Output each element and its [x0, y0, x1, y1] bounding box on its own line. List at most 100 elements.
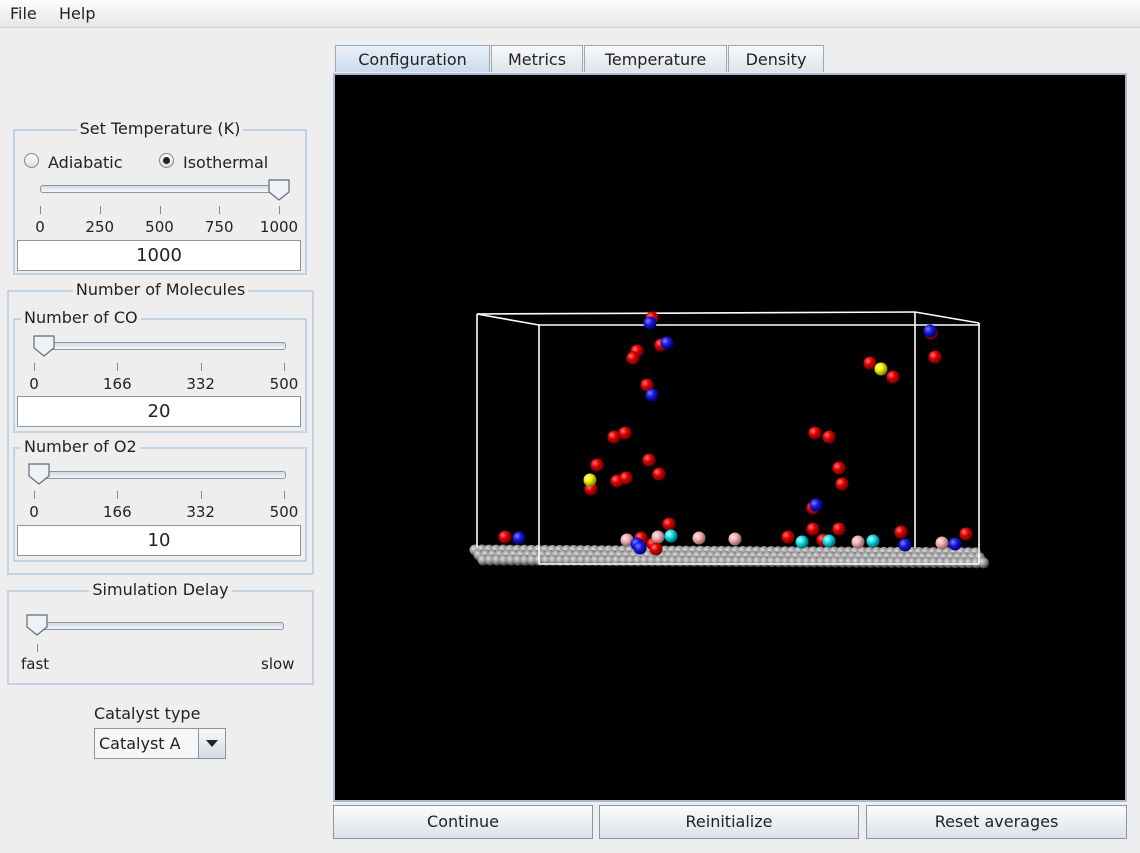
- co-tick: [284, 363, 285, 371]
- pink-atom: [851, 535, 865, 549]
- oxygen-atom: [959, 527, 973, 541]
- yellow-atom: [874, 362, 888, 376]
- oxygen-atom: [886, 370, 900, 384]
- temperature-tick-label: 1000: [259, 218, 299, 236]
- temperature-tick: [40, 206, 41, 214]
- o2-value-field[interactable]: 10: [17, 525, 301, 556]
- cyan-atom: [664, 529, 678, 543]
- temperature-slider-track[interactable]: [40, 185, 288, 193]
- yellow-atom: [583, 473, 597, 487]
- tab-temperature[interactable]: Temperature: [584, 45, 727, 72]
- temperature-value-field[interactable]: 1000: [17, 240, 301, 271]
- o2-tick-label: 0: [29, 503, 39, 521]
- reinitialize-button[interactable]: Reinitialize: [599, 805, 859, 839]
- oxygen-atom: [822, 430, 836, 444]
- pink-atom: [692, 531, 706, 545]
- chevron-down-icon: [206, 740, 218, 747]
- temperature-tick-label: 0: [35, 218, 45, 236]
- configuration-viewport[interactable]: [333, 73, 1127, 802]
- delay-fast-label: fast: [21, 655, 50, 673]
- o2-tick-label: 166: [103, 503, 132, 521]
- isothermal-label: Isothermal: [183, 153, 269, 172]
- delay-slow-label: slow: [261, 655, 295, 673]
- temperature-tick: [99, 206, 101, 214]
- catalyst-type-label: Catalyst type: [94, 704, 201, 723]
- oxygen-atom: [863, 356, 877, 370]
- delay-slider-thumb[interactable]: [26, 614, 48, 636]
- pink-atom: [651, 530, 665, 544]
- oxygen-atom: [662, 517, 676, 531]
- oxygen-atom: [894, 525, 908, 539]
- cyan-atom: [822, 534, 836, 548]
- cyan-atom: [795, 535, 809, 549]
- catalyst-select[interactable]: Catalyst A: [94, 728, 226, 759]
- tab-configuration[interactable]: Configuration: [335, 45, 490, 72]
- co-tick-label: 166: [103, 375, 132, 393]
- carbon-atom: [643, 316, 657, 330]
- o2-tick: [117, 491, 119, 499]
- delay-group-title: Simulation Delay: [89, 580, 232, 599]
- temperature-group-title: Set Temperature (K): [76, 119, 244, 138]
- temperature-tick: [159, 206, 161, 214]
- oxygen-atom: [652, 467, 666, 481]
- pink-atom: [935, 536, 949, 550]
- carbon-atom: [898, 538, 912, 552]
- carbon-atom: [633, 541, 647, 555]
- co-tick: [117, 363, 119, 371]
- oxygen-atom: [649, 542, 663, 556]
- delay-slider-track[interactable]: [32, 622, 284, 630]
- carbon-atom: [948, 537, 962, 551]
- co-slider-track[interactable]: [34, 342, 286, 350]
- carbon-atom: [809, 498, 823, 512]
- catalyst-selected-value: Catalyst A: [99, 734, 181, 753]
- oxygen-atom: [590, 458, 604, 472]
- oxygen-atom: [832, 461, 846, 475]
- molecules-group-title: Number of Molecules: [72, 280, 249, 299]
- co-slider-thumb[interactable]: [33, 335, 55, 357]
- molecule-scene: [469, 311, 990, 569]
- oxygen-atom: [835, 477, 849, 491]
- catalyst-dropdown-button[interactable]: [198, 729, 225, 758]
- adiabatic-radio[interactable]: [24, 153, 39, 168]
- delay-tick: [37, 644, 38, 652]
- temperature-tick-label: 250: [85, 218, 115, 236]
- oxygen-atom: [498, 530, 512, 544]
- adiabatic-label: Adiabatic: [48, 153, 123, 172]
- o2-group-title: Number of O2: [21, 437, 140, 456]
- co-tick: [200, 363, 202, 371]
- oxygen-atom: [607, 430, 621, 444]
- oxygen-atom: [626, 351, 640, 365]
- continue-button[interactable]: Continue: [333, 805, 593, 839]
- o2-tick-label: 500: [269, 503, 299, 521]
- tab-metrics[interactable]: Metrics: [491, 45, 583, 72]
- menu-file[interactable]: File: [10, 4, 37, 23]
- carbon-atom: [645, 388, 659, 402]
- temperature-tick-label: 750: [204, 218, 234, 236]
- oxygen-atom: [619, 471, 633, 485]
- co-tick: [34, 363, 35, 371]
- temperature-tick-label: 500: [145, 218, 174, 236]
- o2-tick-label: 332: [186, 503, 215, 521]
- menu-bar: File Help: [0, 0, 1140, 28]
- o2-tick: [284, 491, 285, 499]
- oxygen-atom: [642, 453, 656, 467]
- temperature-slider-thumb[interactable]: [268, 179, 290, 201]
- co-tick-label: 500: [269, 375, 299, 393]
- oxygen-atom: [928, 350, 942, 364]
- co-group-title: Number of CO: [21, 308, 141, 327]
- co-tick-label: 332: [186, 375, 215, 393]
- oxygen-atom: [806, 522, 820, 536]
- co-tick-label: 0: [29, 375, 39, 393]
- menu-help[interactable]: Help: [59, 4, 95, 23]
- co-value-field[interactable]: 20: [17, 396, 301, 427]
- temperature-tick: [279, 206, 280, 214]
- tab-density[interactable]: Density: [728, 45, 824, 72]
- o2-slider-track[interactable]: [34, 471, 286, 479]
- pink-atom: [728, 532, 742, 546]
- carbon-atom: [512, 531, 526, 545]
- reset-averages-button[interactable]: Reset averages: [866, 805, 1127, 839]
- carbon-atom: [923, 324, 937, 338]
- isothermal-radio[interactable]: [159, 153, 174, 168]
- o2-tick: [34, 491, 35, 499]
- o2-slider-thumb[interactable]: [28, 463, 50, 485]
